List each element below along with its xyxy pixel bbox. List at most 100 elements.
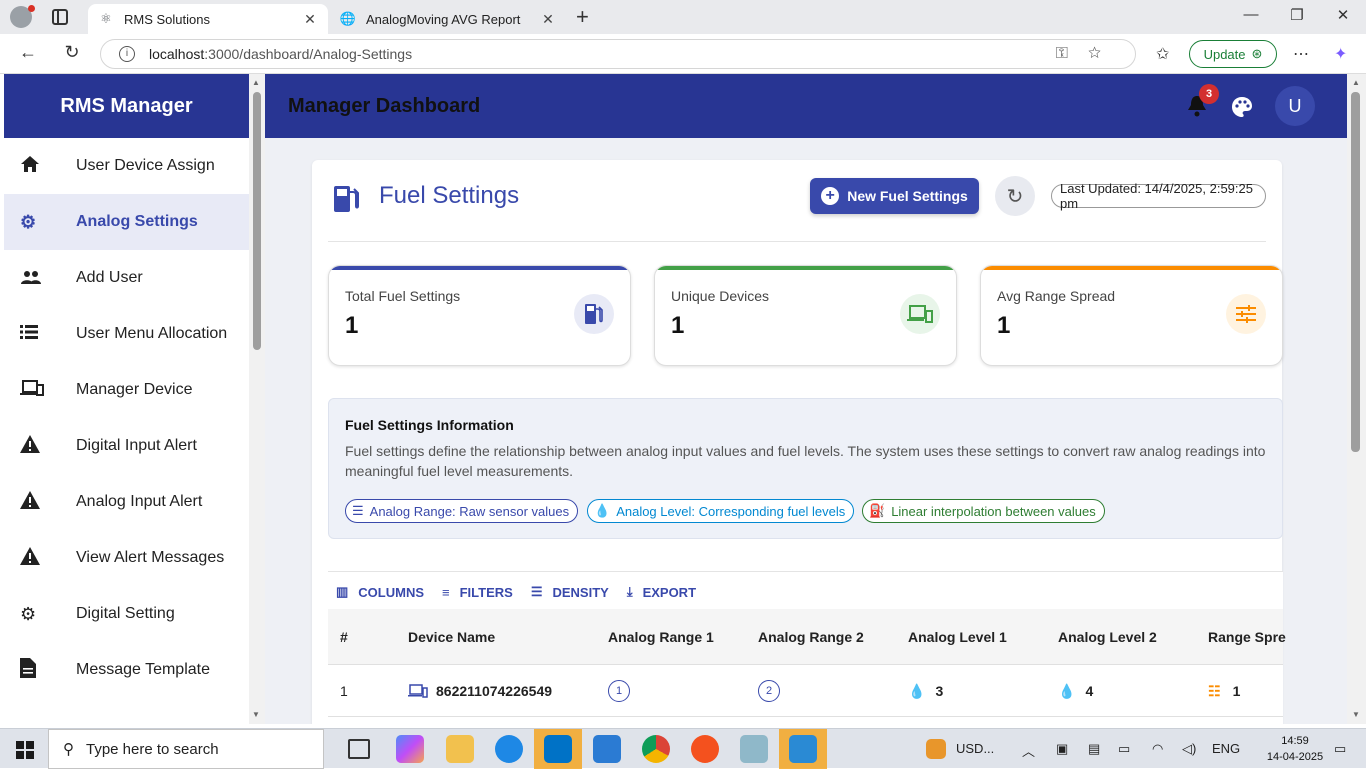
close-tab-icon[interactable]: ✕: [302, 11, 318, 28]
sidebar-item-analog-input-alert[interactable]: Analog Input Alert: [4, 474, 249, 530]
column-header-range-spread[interactable]: Range Spre: [1208, 609, 1286, 665]
sidebar-item-manager-device[interactable]: Manager Device: [4, 362, 249, 418]
omnibox-actions[interactable]: ⚿☆: [1056, 45, 1121, 63]
close-tab-icon[interactable]: ✕: [540, 11, 556, 28]
new-fuel-settings-button[interactable]: + New Fuel Settings: [810, 178, 979, 214]
page-title: Manager Dashboard: [288, 94, 481, 117]
home-icon: [4, 155, 76, 178]
sidebar-item-label: Message Template: [76, 661, 210, 678]
warning-icon: [4, 434, 76, 458]
tab-title: AnalogMoving AVG Report: [366, 11, 521, 27]
main-scrollbar[interactable]: ▲ ▼: [1347, 74, 1366, 724]
sidebar-item-analog-settings[interactable]: ⚙ Analog Settings: [4, 194, 249, 250]
favorite-star-icon[interactable]: ☆: [1088, 45, 1121, 62]
search-placeholder: Type here to search: [86, 740, 219, 758]
photos-icon[interactable]: [789, 735, 817, 763]
sidebar-scroll-thumb[interactable]: [253, 92, 261, 350]
sidebar-item-view-alert-messages[interactable]: View Alert Messages: [4, 530, 249, 586]
close-window-icon[interactable]: ✕: [1320, 6, 1366, 24]
panel-title: Fuel Settings: [379, 182, 520, 209]
column-header-analog-level-2[interactable]: Analog Level 2: [1058, 609, 1157, 665]
reload-icon[interactable]: ↻: [60, 42, 84, 63]
sidebar-item-add-user[interactable]: Add User: [4, 250, 249, 306]
stat-accent-bar: [981, 266, 1282, 270]
grid-toolbar: ▥ COLUMNS ≡ FILTERS ☰ DENSITY ⤓ EXPORT: [328, 584, 696, 600]
download-icon: ⤓: [626, 584, 633, 599]
windows-start-icon[interactable]: [16, 741, 34, 759]
wifi-icon[interactable]: ◠: [1152, 741, 1163, 757]
postman-icon[interactable]: [691, 735, 719, 763]
stat-label: Total Fuel Settings: [345, 288, 461, 304]
taskbar-search[interactable]: ⚲ Type here to search: [48, 729, 324, 769]
currency-widget[interactable]: USD...: [956, 741, 994, 756]
tab-rms-solutions[interactable]: ⚛ RMS Solutions ✕: [88, 4, 328, 34]
app-icon[interactable]: [740, 735, 768, 763]
chrome-icon[interactable]: [642, 735, 670, 763]
sidebar-scrollbar[interactable]: ▲ ▼: [249, 74, 265, 724]
edge-browser-icon[interactable]: [495, 735, 523, 763]
notifications-icon[interactable]: ▭: [1334, 741, 1346, 757]
user-avatar[interactable]: U: [1275, 86, 1315, 126]
key-icon[interactable]: ⚿: [1056, 45, 1088, 62]
back-arrow-icon[interactable]: ←: [16, 42, 40, 63]
main-scroll-thumb[interactable]: [1351, 92, 1360, 452]
density-button[interactable]: ☰ DENSITY: [531, 584, 609, 600]
new-tab-icon[interactable]: +: [576, 4, 589, 30]
filters-button[interactable]: ≡ FILTERS: [442, 584, 513, 600]
scroll-up-icon[interactable]: ▲: [1352, 78, 1360, 87]
display-icon[interactable]: ▤: [1088, 741, 1100, 757]
export-button[interactable]: ⤓ EXPORT: [627, 584, 696, 600]
battery-icon[interactable]: ▭: [1118, 741, 1130, 757]
copilot-icon[interactable]: ✦: [1334, 44, 1347, 64]
copilot-app-icon[interactable]: [396, 735, 424, 763]
outlook-icon[interactable]: [544, 735, 572, 763]
column-header-index[interactable]: #: [340, 609, 348, 665]
sidebar-item-digital-setting[interactable]: ⚙ Digital Setting: [4, 586, 249, 642]
column-header-device-name[interactable]: Device Name: [408, 609, 495, 665]
vscode-icon[interactable]: [593, 735, 621, 763]
sidebar-item-digital-input-alert[interactable]: Digital Input Alert: [4, 418, 249, 474]
currency-widget-icon[interactable]: [926, 739, 946, 759]
address-bar[interactable]: i localhost:3000/dashboard/Analog-Settin…: [100, 39, 1136, 69]
update-button[interactable]: Update ⊛: [1189, 40, 1277, 68]
show-hidden-icons[interactable]: ︿: [1022, 741, 1035, 760]
column-header-analog-range-2[interactable]: Analog Range 2: [758, 609, 864, 665]
chip-label: Analog Level: Corresponding fuel levels: [616, 503, 846, 519]
cell-device-name: 862211074226549: [408, 665, 552, 717]
task-view-icon[interactable]: [348, 739, 370, 759]
sidebar-item-label: Digital Setting: [76, 605, 175, 622]
tab-analog-report[interactable]: 🌐 AnalogMoving AVG Report ✕: [330, 4, 566, 34]
system-clock[interactable]: 14:59 14-04-2025: [1264, 733, 1326, 765]
site-info-icon[interactable]: i: [119, 46, 135, 62]
column-header-analog-range-1[interactable]: Analog Range 1: [608, 609, 714, 665]
language-indicator[interactable]: ENG: [1212, 741, 1240, 756]
sidebar-item-label: Manager Device: [76, 381, 193, 398]
favorites-icon[interactable]: ✩: [1156, 44, 1169, 64]
column-header-analog-level-1[interactable]: Analog Level 1: [908, 609, 1007, 665]
fuel-settings-info: Fuel Settings Information Fuel settings …: [328, 398, 1283, 539]
clock-date: 14-04-2025: [1266, 751, 1324, 763]
scroll-down-icon[interactable]: ▼: [1352, 710, 1360, 719]
tab-actions-icon[interactable]: [52, 9, 68, 25]
sidebar-item-user-device-assign[interactable]: User Device Assign: [4, 138, 249, 194]
cell-analog-range-2: 2: [758, 665, 780, 717]
fuel-pump-icon: [332, 184, 360, 214]
cell-range-spread: ☷ 1: [1208, 665, 1240, 717]
palette-icon[interactable]: [1231, 96, 1253, 118]
sidebar-item-user-menu-allocation[interactable]: User Menu Allocation: [4, 306, 249, 362]
sidebar-item-label: Add User: [76, 269, 143, 286]
file-explorer-icon[interactable]: [446, 735, 474, 763]
columns-button[interactable]: ▥ COLUMNS: [336, 584, 424, 600]
volume-icon[interactable]: ◁): [1182, 741, 1196, 757]
gear-icon: ⚙: [20, 211, 37, 232]
more-menu-icon[interactable]: ⋯: [1293, 44, 1309, 64]
meet-icon[interactable]: ▣: [1056, 741, 1068, 757]
scroll-up-icon[interactable]: ▲: [252, 78, 260, 87]
scroll-down-icon[interactable]: ▼: [252, 710, 260, 719]
table-row[interactable]: 1 862211074226549 1 2 💧 3 💧 4 ☷ 1: [328, 665, 1283, 717]
minimize-icon[interactable]: —: [1228, 6, 1274, 23]
maximize-icon[interactable]: ❐: [1274, 6, 1320, 24]
warning-icon: [4, 490, 76, 514]
refresh-button[interactable]: ↻: [995, 176, 1035, 216]
sidebar-item-message-template[interactable]: Message Template: [4, 642, 249, 698]
